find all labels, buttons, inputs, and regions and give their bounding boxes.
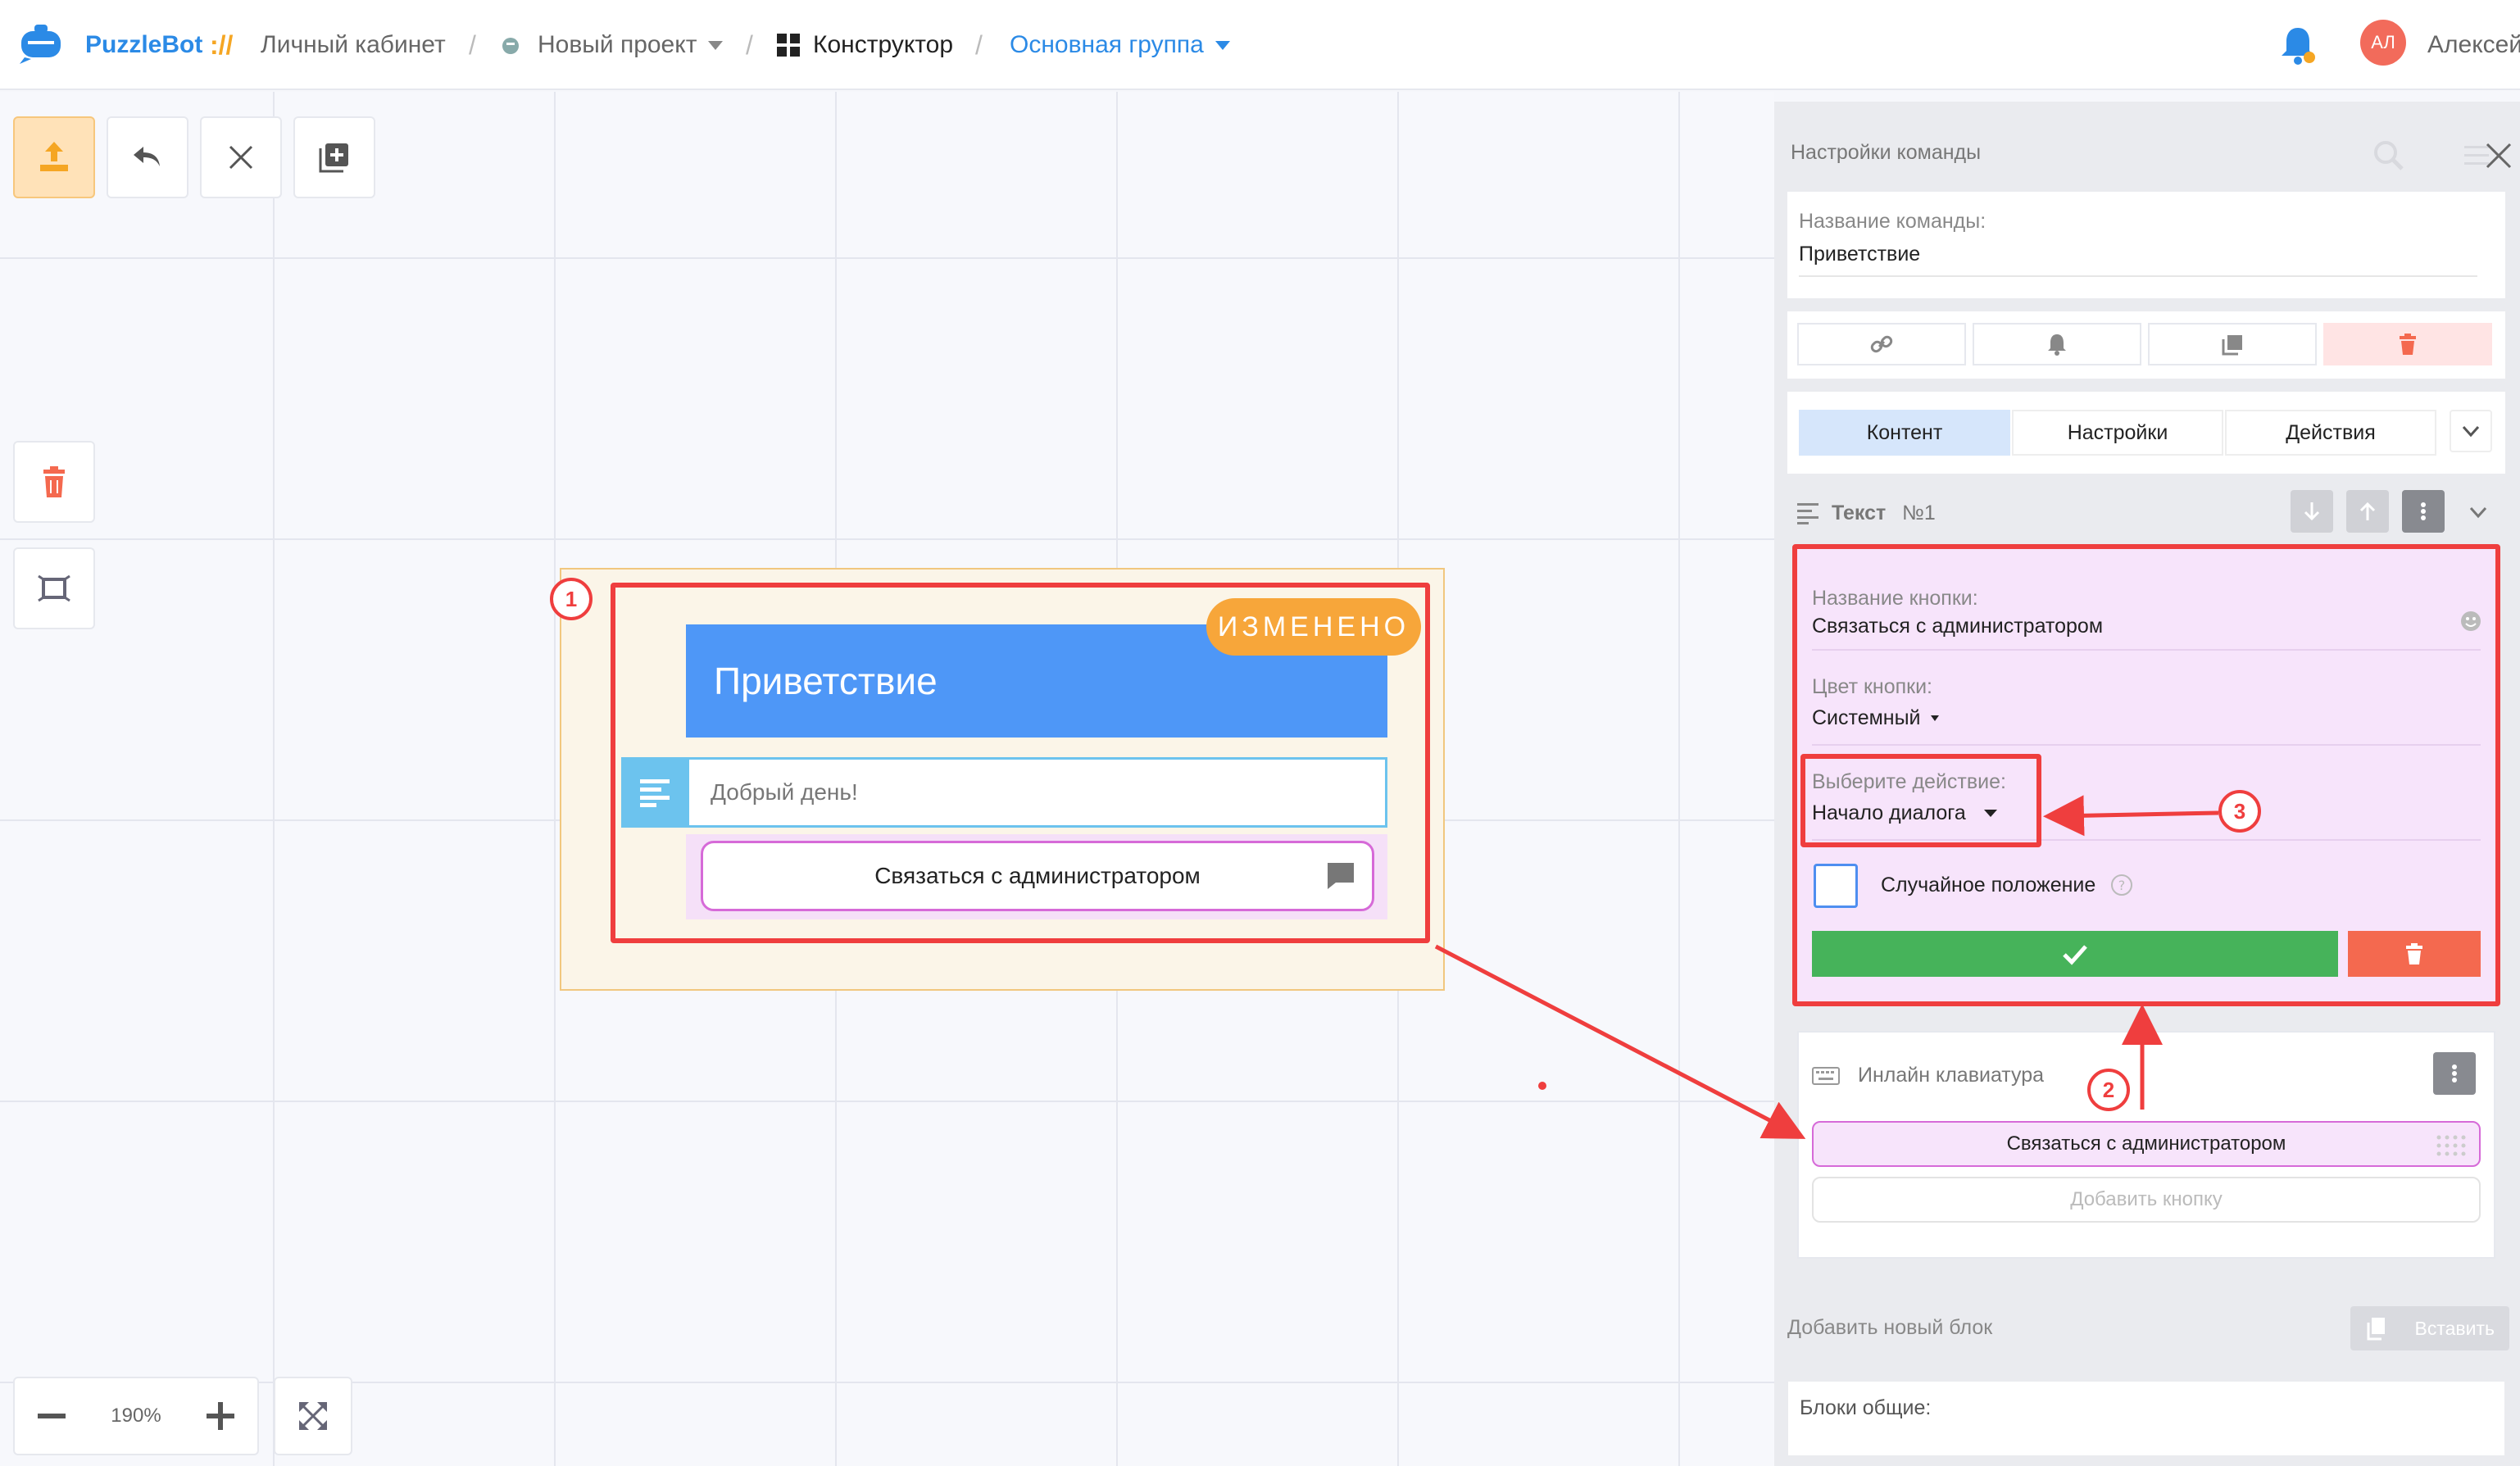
close-button[interactable]: [200, 116, 282, 198]
zoom-in-icon[interactable]: [203, 1399, 238, 1433]
expand-icon: [299, 1402, 327, 1430]
close-icon: [229, 145, 253, 170]
grid-icon: [777, 34, 800, 57]
inline-keyboard-title: Инлайн клавиатура: [1858, 1064, 2045, 1087]
chevron-down-icon: [2462, 425, 2480, 438]
annotation-badge-3: 3: [2218, 790, 2261, 833]
notification-button[interactable]: [1973, 323, 2141, 365]
chevron-down-icon: [1215, 40, 1230, 50]
add-block-button[interactable]: [293, 116, 375, 198]
move-up-button[interactable]: [2346, 490, 2389, 533]
block-menu-button[interactable]: [2402, 490, 2445, 533]
drag-handle-icon[interactable]: [2435, 1134, 2468, 1157]
top-bar: PuzzleBot :// Личный кабинет / Новый про…: [0, 0, 2520, 90]
trash-icon: [43, 466, 65, 497]
breadcrumb-group[interactable]: Основная группа: [1010, 0, 1230, 90]
add-copy-icon: [319, 143, 348, 173]
paste-icon: [2367, 1318, 2385, 1341]
common-blocks-label: Блоки общие:: [1800, 1396, 1932, 1419]
undo-icon: [134, 147, 160, 166]
text-lines-icon: [1797, 503, 1818, 524]
block-number: №1: [1902, 502, 1936, 524]
annotation-dot: [1538, 1082, 1546, 1090]
zoom-control: 190%: [13, 1377, 259, 1455]
block-title: Текст: [1832, 502, 1887, 524]
vertical-dots-icon: [2421, 502, 2426, 520]
bell-icon: [2048, 334, 2066, 356]
puzzlebot-logo-icon[interactable]: [16, 23, 66, 66]
add-new-block-label: Добавить новый блок: [1787, 1316, 1993, 1339]
keyboard-menu-button[interactable]: [2433, 1052, 2476, 1095]
annotation-box-3: [1800, 754, 2041, 847]
breadcrumb-project-label: Новый проект: [538, 31, 697, 58]
zoom-out-icon[interactable]: [34, 1399, 69, 1433]
select-area-button[interactable]: [13, 547, 95, 629]
project-bot-icon: [502, 38, 519, 54]
breadcrumb-group-label: Основная группа: [1010, 31, 1204, 58]
keyboard-button[interactable]: Связаться с администратором: [1812, 1121, 2481, 1167]
select-frame-icon: [38, 574, 70, 602]
paste-label: Вставить: [2414, 1317, 2495, 1339]
tab-actions[interactable]: Действия: [2225, 410, 2436, 456]
search-icon[interactable]: [2371, 138, 2407, 174]
add-keyboard-button[interactable]: Добавить кнопку: [1812, 1177, 2481, 1223]
breadcrumb-separator: /: [469, 30, 476, 60]
user-name[interactable]: Алексей: [2427, 0, 2520, 90]
command-actions-row: [1787, 311, 2505, 379]
trash-icon: [2400, 334, 2416, 355]
tab-settings[interactable]: Настройки: [2012, 410, 2223, 456]
command-name-value[interactable]: Приветствие: [1799, 243, 1920, 266]
zoom-level: 190%: [111, 1405, 161, 1427]
chevron-down-icon[interactable]: [2466, 500, 2490, 524]
keyboard-button-label: Связаться с администратором: [2006, 1132, 2286, 1155]
breadcrumb-constructor[interactable]: Конструктор: [777, 0, 953, 90]
annotation-badge-1: 1: [550, 578, 593, 620]
copy-button[interactable]: [2148, 323, 2317, 365]
brand-name[interactable]: PuzzleBot: [85, 0, 202, 90]
notification-bell-icon[interactable]: [2278, 23, 2318, 67]
breadcrumb-separator: /: [746, 30, 753, 60]
tabs-collapse-button[interactable]: [2450, 410, 2492, 452]
move-down-button[interactable]: [2291, 490, 2333, 533]
annotation-box-1: [611, 583, 1430, 943]
breadcrumb-separator: /: [975, 30, 983, 60]
keyboard-icon: [1812, 1067, 1840, 1085]
common-blocks-card: Блоки общие:: [1788, 1382, 2504, 1455]
paste-button[interactable]: Вставить: [2350, 1306, 2509, 1350]
delete-command-button[interactable]: [2323, 323, 2492, 365]
command-name-card: Название команды: Приветствие: [1787, 192, 2505, 298]
arrow-down-icon: [2304, 502, 2320, 521]
annotation-badge-2: 2: [2087, 1069, 2130, 1111]
avatar[interactable]: АЛ: [2360, 20, 2406, 66]
copy-icon: [2222, 335, 2242, 356]
tab-content[interactable]: Контент: [1799, 410, 2010, 456]
brand-separator: ://: [210, 30, 234, 60]
upload-icon: [40, 142, 68, 171]
undo-button[interactable]: [107, 116, 188, 198]
close-panel-icon[interactable]: [2484, 141, 2513, 170]
link-icon: [1870, 335, 1893, 353]
inline-keyboard-card: Инлайн клавиатура Связаться с администра…: [1797, 1031, 2495, 1259]
publish-button[interactable]: [13, 116, 95, 198]
breadcrumb-project[interactable]: Новый проект: [500, 0, 724, 90]
tabs-card: Контент Настройки Действия: [1787, 392, 2505, 474]
chevron-down-icon: [708, 40, 724, 50]
arrow-up-icon: [2359, 502, 2376, 520]
command-name-label: Название команды:: [1799, 210, 1986, 233]
vertical-dots-icon: [2452, 1064, 2457, 1082]
breadcrumb-constructor-label: Конструктор: [813, 31, 954, 58]
fit-screen-button[interactable]: [274, 1377, 352, 1455]
panel-title: Настройки команды: [1791, 141, 1982, 164]
delete-button[interactable]: [13, 441, 95, 523]
breadcrumb-cabinet[interactable]: Личный кабинет: [261, 0, 446, 90]
command-name-underline: [1799, 275, 2477, 277]
link-button[interactable]: [1797, 323, 1966, 365]
